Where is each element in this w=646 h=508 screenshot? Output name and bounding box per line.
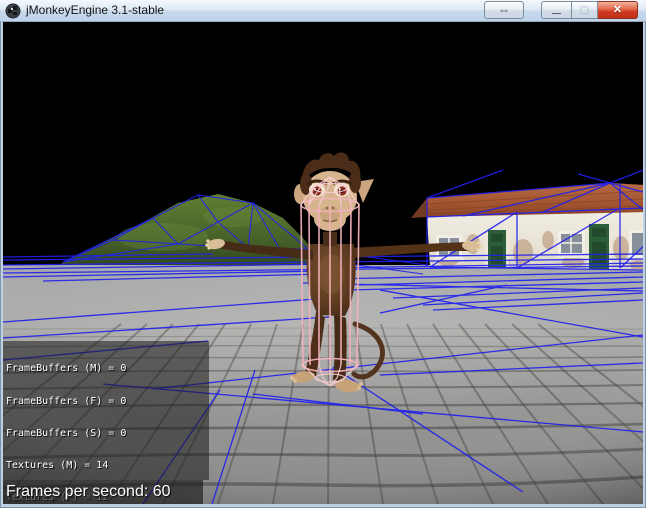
maximize-button[interactable]: ▢	[572, 1, 598, 19]
stat-line: FrameBuffers (F) = 0	[6, 395, 127, 407]
farmhouse-door	[586, 221, 612, 269]
close-button[interactable]: ✕	[598, 1, 638, 19]
minimize-button[interactable]: —	[541, 1, 572, 19]
maximize-icon: ▢	[579, 5, 590, 16]
statistics-panel: FrameBuffers (M) = 0 FrameBuffers (F) = …	[3, 341, 209, 503]
close-icon: ✕	[612, 4, 623, 16]
minimize-icon: —	[552, 8, 561, 18]
window-title: jMonkeyEngine 3.1-stable	[26, 3, 165, 17]
resize-horizontal-icon: ⇔	[498, 3, 510, 17]
3d-viewport[interactable]: FrameBuffers (M) = 0 FrameBuffers (F) = …	[3, 22, 643, 504]
fps-counter: Frames per second: 60	[3, 480, 203, 504]
window-controls: — ▢ ✕	[541, 1, 638, 19]
physics-capsule-wireframe	[300, 176, 360, 387]
application-window: jMonkeyEngine 3.1-stable ⇔ — ▢ ✕ FrameBu…	[0, 0, 646, 508]
stat-line: FrameBuffers (S) = 0	[6, 427, 127, 439]
farmhouse-door	[485, 227, 509, 268]
stat-line: FrameBuffers (M) = 0	[6, 363, 127, 375]
resize-toggle-button[interactable]: ⇔	[484, 1, 524, 19]
stat-line: Textures (M) = 14	[6, 459, 109, 471]
title-bar[interactable]: jMonkeyEngine 3.1-stable ⇔ — ▢ ✕	[0, 0, 646, 22]
app-logo-icon	[5, 3, 21, 19]
